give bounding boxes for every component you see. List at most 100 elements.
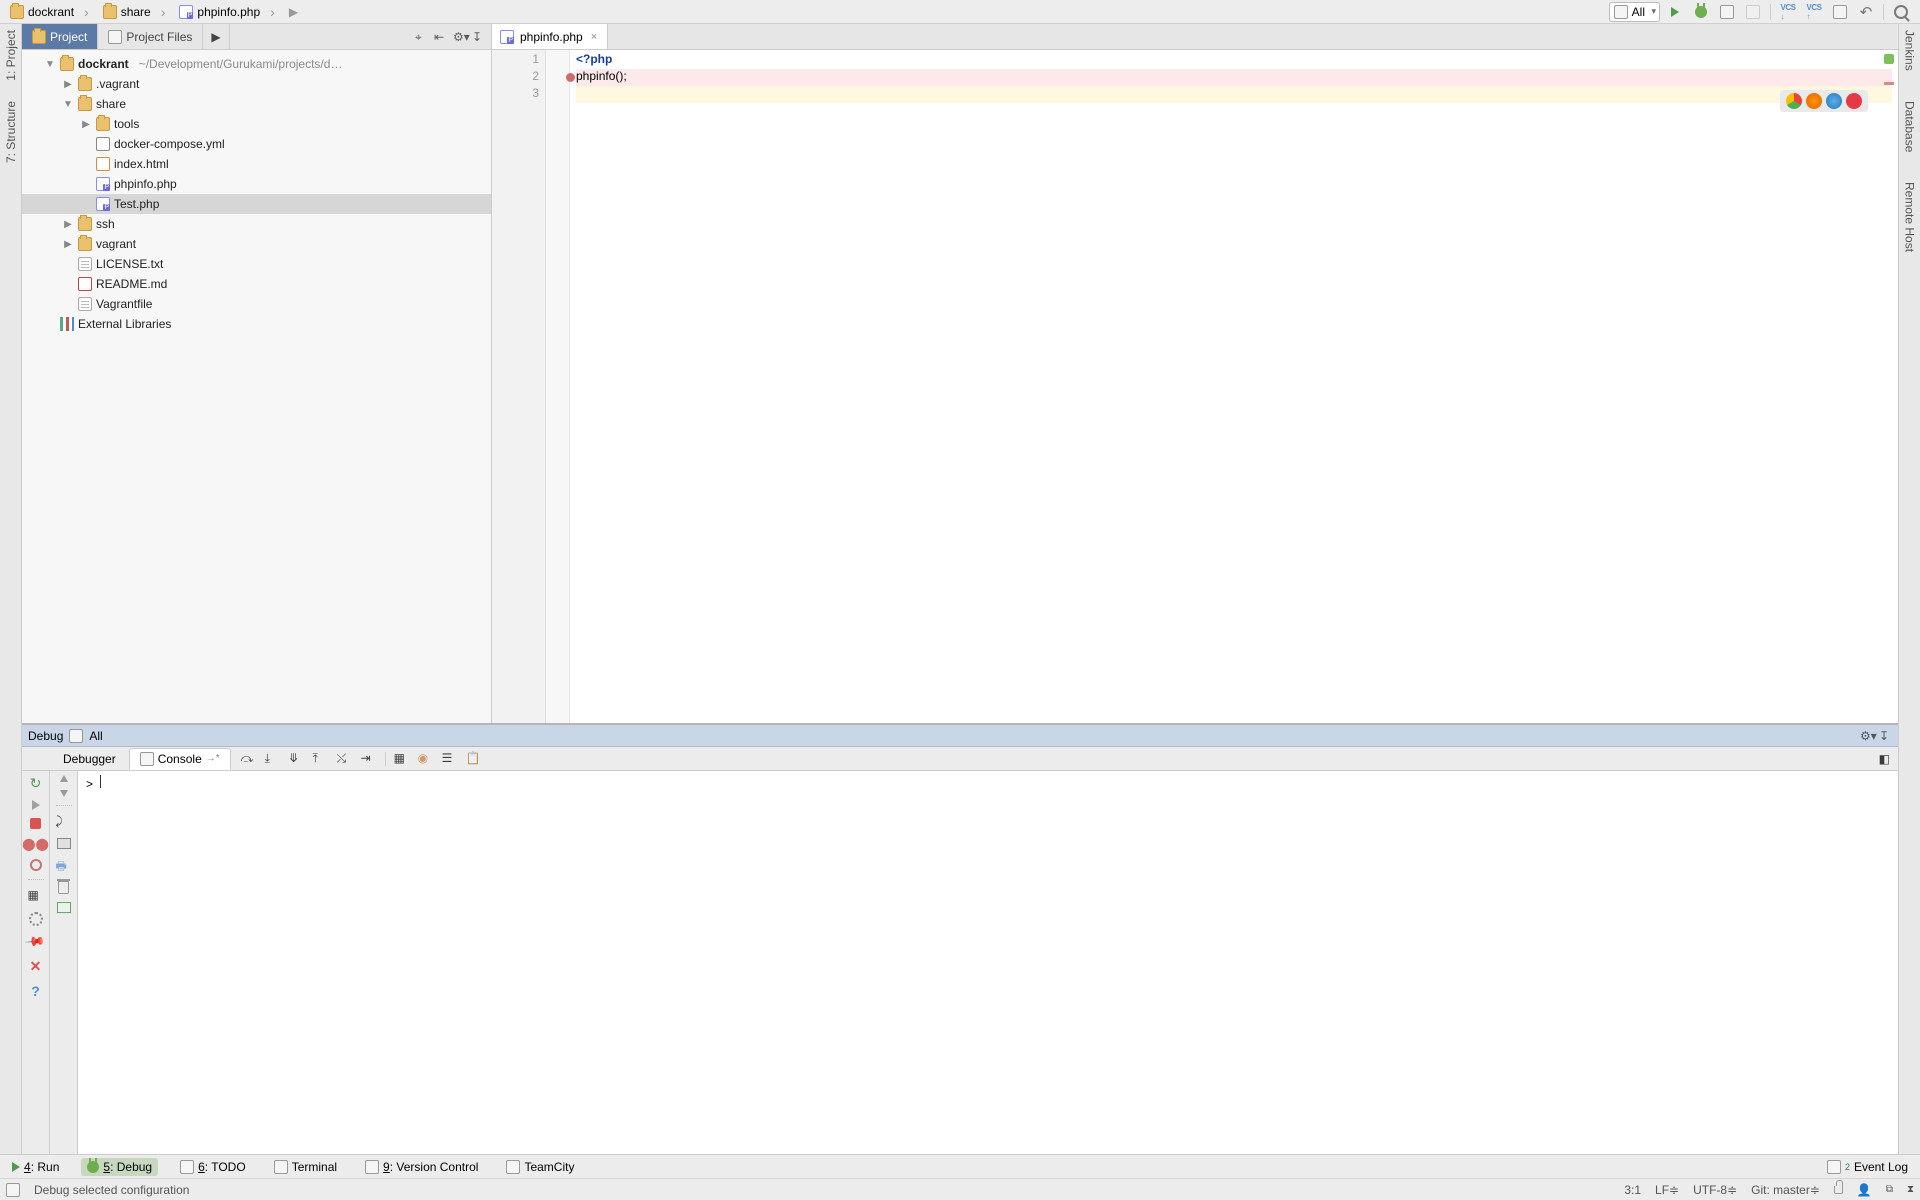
caret-position[interactable]: 3:1 (1624, 1183, 1641, 1197)
breadcrumb-item[interactable]: phpinfo.php (173, 1, 282, 23)
opera-icon[interactable] (1846, 93, 1862, 109)
close-icon[interactable]: ✕ (30, 958, 42, 975)
settings-icon[interactable] (29, 912, 43, 926)
settings-icon[interactable]: ⚙▾ (453, 30, 466, 43)
chrome-icon[interactable] (1786, 93, 1802, 109)
scroll-to-end-icon[interactable] (57, 838, 71, 849)
vcs-update-button[interactable]: VCS↓ (1777, 1, 1799, 23)
rerun-icon[interactable]: ↻ (30, 775, 42, 792)
debug-layout-icon[interactable]: ◧ (1879, 752, 1890, 766)
console-tab[interactable]: Console →* (129, 748, 231, 770)
scroll-down-icon[interactable] (60, 790, 68, 797)
mute-bp-icon[interactable]: 📋 (466, 751, 482, 767)
jenkins-tool-button[interactable]: Jenkins (1903, 30, 1917, 71)
tree-twisty[interactable]: ▶ (62, 219, 74, 230)
step-into-icon[interactable]: ⤓ (265, 751, 281, 767)
debug-header[interactable]: Debug All ⚙▾ ↧ (22, 725, 1898, 747)
tree-node[interactable]: index.html (22, 154, 491, 174)
project-tree[interactable]: ▼ dockrant ~/Development/Gurukami/projec… (22, 50, 491, 723)
close-tab-icon[interactable]: × (589, 31, 599, 43)
tree-node[interactable]: ▶ tools (22, 114, 491, 134)
editor-tab-phpinfo[interactable]: phpinfo.php × (492, 24, 608, 49)
debug-hide-icon[interactable]: ↧ (1879, 729, 1892, 742)
readonly-lock-icon[interactable] (1834, 1186, 1843, 1194)
stop-process-button[interactable] (1742, 1, 1764, 23)
tree-node[interactable]: docker-compose.yml (22, 134, 491, 154)
step-out-icon[interactable]: ⤒ (313, 751, 329, 767)
tree-node[interactable]: Vagrantfile (22, 294, 491, 314)
tool-windows-toggle-icon[interactable] (6, 1183, 20, 1197)
tree-node[interactable]: Test.php (22, 194, 491, 214)
debug-tool[interactable]: 5: Debug (81, 1158, 158, 1176)
run-tool[interactable]: 4: Run (6, 1158, 65, 1176)
editor-body[interactable]: 123 <?phpphpinfo(); (492, 50, 1898, 723)
help-icon[interactable]: ? (31, 983, 40, 999)
memory-icon[interactable]: ⧉ (1886, 1184, 1893, 1195)
inspection-ok-icon[interactable] (1884, 54, 1894, 64)
tree-node[interactable]: ▼ dockrant ~/Development/Gurukami/projec… (22, 54, 491, 74)
tree-twisty[interactable]: ▼ (44, 59, 56, 70)
terminal-tool[interactable]: Terminal (268, 1158, 343, 1176)
stop-icon[interactable] (30, 818, 41, 829)
tree-node[interactable]: ▶ ssh (22, 214, 491, 234)
pin-icon[interactable]: 📌 (24, 931, 47, 954)
debug-button[interactable] (1690, 1, 1712, 23)
search-everywhere-button[interactable] (1890, 1, 1912, 23)
print-icon[interactable]: 🖶 (56, 857, 72, 873)
breadcrumb[interactable]: dockrantsharephpinfo.php▶ (4, 1, 1609, 23)
bg-tasks-icon[interactable]: ⧗ (1907, 1184, 1914, 1195)
breadcrumb-item[interactable]: share (97, 1, 174, 23)
project-tab-more[interactable]: ▶ (203, 24, 229, 49)
event-log-button[interactable]: 2 Event Log (1821, 1158, 1914, 1176)
collapse-all-icon[interactable]: ⇤ (434, 30, 447, 43)
clear-icon[interactable] (58, 881, 69, 894)
breadcrumb-item[interactable]: dockrant (4, 1, 97, 23)
teamcity-tool[interactable]: TeamCity (500, 1158, 580, 1176)
warning-marker[interactable] (1884, 82, 1894, 85)
structure-tool-button[interactable]: 7: Structure (4, 101, 18, 163)
debug-console[interactable]: > (78, 771, 1898, 1154)
tree-node[interactable]: External Libraries (22, 314, 491, 334)
line-separator[interactable]: LF≑ (1655, 1183, 1679, 1197)
code-line[interactable] (576, 86, 1892, 103)
tree-node[interactable]: phpinfo.php (22, 174, 491, 194)
step-over-icon[interactable]: ⤼ (241, 751, 257, 767)
undo-button[interactable]: ↶ (1855, 1, 1877, 23)
drop-frame-icon[interactable]: ⤯ (337, 751, 353, 767)
layout-icon[interactable]: ▦ (28, 888, 44, 904)
tree-twisty[interactable]: ▼ (62, 99, 74, 110)
editor-gutter[interactable]: 123 (492, 50, 546, 723)
run-button[interactable] (1664, 1, 1686, 23)
tree-twisty[interactable]: ▶ (62, 79, 74, 90)
run-config-selector[interactable]: All (1609, 2, 1660, 22)
inspector-icon[interactable]: 👤 (1857, 1183, 1872, 1197)
console-toggle-icon[interactable] (57, 902, 71, 913)
gutter-line[interactable]: 3 (492, 86, 545, 103)
gutter-line[interactable]: 2 (492, 69, 545, 86)
code-line[interactable]: phpinfo(); (576, 69, 1892, 86)
hide-icon[interactable]: ↧ (472, 30, 485, 43)
editor-code[interactable]: <?phpphpinfo(); (570, 50, 1898, 723)
firefox-icon[interactable] (1806, 93, 1822, 109)
gutter-line[interactable]: 1 (492, 52, 545, 69)
tree-node[interactable]: README.md (22, 274, 491, 294)
git-branch[interactable]: Git: master≑ (1751, 1183, 1820, 1197)
sync-button[interactable] (1829, 1, 1851, 23)
scroll-up-icon[interactable] (60, 775, 68, 782)
run-to-cursor-icon[interactable]: ⇥ (361, 751, 377, 767)
breadcrumb-more[interactable]: ▶ (283, 1, 306, 23)
todo-tool[interactable]: 6: TODO (174, 1158, 252, 1176)
debug-settings-icon[interactable]: ⚙▾ (1860, 729, 1873, 742)
vcs-tool[interactable]: 9: Version Control (359, 1158, 484, 1176)
tree-node[interactable]: LICENSE.txt (22, 254, 491, 274)
debugger-tab[interactable]: Debugger (52, 748, 127, 770)
resume-icon[interactable] (32, 800, 40, 810)
coverage-button[interactable] (1716, 1, 1738, 23)
tree-twisty[interactable]: ▶ (80, 119, 92, 130)
soft-wrap-icon[interactable]: ⤸ (56, 814, 72, 830)
toggle-bp-icon[interactable]: ◉ (418, 751, 434, 767)
database-tool-button[interactable]: Database (1903, 101, 1917, 152)
vcs-commit-button[interactable]: VCS↑ (1803, 1, 1825, 23)
tree-twisty[interactable]: ▶ (62, 239, 74, 250)
file-encoding[interactable]: UTF-8≑ (1693, 1183, 1737, 1197)
